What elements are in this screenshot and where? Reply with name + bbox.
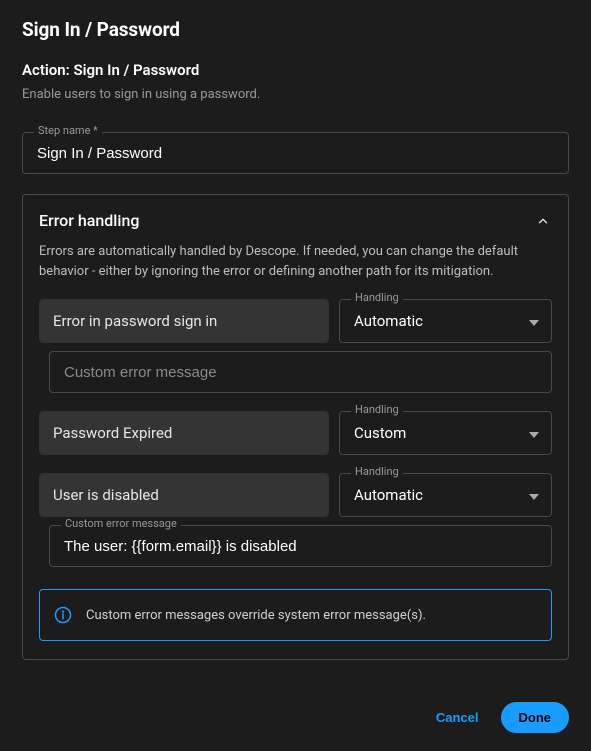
error-item: Error in password sign in Handling Autom… (39, 299, 552, 393)
handling-value: Automatic (354, 312, 423, 330)
handling-select-wrap: Handling Custom (339, 411, 552, 455)
custom-message-field (49, 351, 552, 393)
handling-select[interactable]: Automatic (339, 473, 552, 517)
done-button[interactable]: Done (501, 702, 570, 733)
info-icon (54, 606, 72, 624)
action-description: Enable users to sign in using a password… (22, 87, 569, 102)
custom-message-label: Custom error message (61, 517, 181, 530)
handling-label: Handling (351, 291, 403, 304)
handling-value: Automatic (354, 486, 423, 504)
info-banner: Custom error messages override system er… (39, 589, 552, 641)
chevron-down-icon (529, 486, 539, 504)
chevron-up-icon[interactable] (534, 212, 552, 230)
handling-select[interactable]: Automatic (339, 299, 552, 343)
error-handling-header[interactable]: Error handling (39, 211, 552, 230)
error-handling-description: Errors are automatically handled by Desc… (39, 242, 552, 281)
handling-label: Handling (351, 465, 403, 478)
error-name: Error in password sign in (39, 299, 329, 343)
step-name-field: Step name * (22, 132, 569, 174)
cancel-button[interactable]: Cancel (428, 704, 487, 731)
handling-select-wrap: Handling Automatic (339, 473, 552, 517)
custom-message-input[interactable] (49, 525, 552, 567)
error-handling-panel: Error handling Errors are automatically … (22, 194, 569, 660)
handling-label: Handling (351, 403, 403, 416)
custom-message-field: Custom error message (49, 525, 552, 567)
error-handling-title: Error handling (39, 211, 139, 230)
error-item: Password Expired Handling Custom (39, 411, 552, 455)
info-text: Custom error messages override system er… (86, 608, 426, 623)
handling-select[interactable]: Custom (339, 411, 552, 455)
error-name: User is disabled (39, 473, 329, 517)
chevron-down-icon (529, 424, 539, 442)
handling-value: Custom (354, 424, 406, 442)
step-name-label: Step name * (34, 124, 102, 137)
chevron-down-icon (529, 312, 539, 330)
error-name: Password Expired (39, 411, 329, 455)
footer: Cancel Done (428, 702, 569, 733)
step-name-input[interactable] (22, 132, 569, 174)
error-item: User is disabled Handling Automatic Cust… (39, 473, 552, 567)
page-title: Sign In / Password (22, 18, 569, 41)
custom-message-input[interactable] (49, 351, 552, 393)
handling-select-wrap: Handling Automatic (339, 299, 552, 343)
action-title: Action: Sign In / Password (22, 61, 569, 79)
